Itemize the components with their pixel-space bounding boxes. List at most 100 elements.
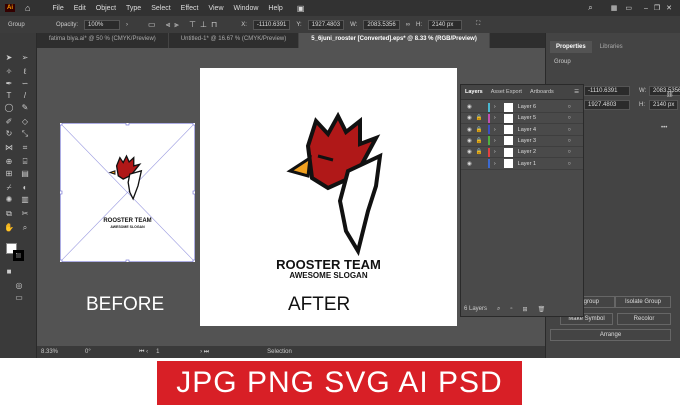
shaper-icon[interactable]: ✐ — [4, 117, 14, 127]
close-icon[interactable]: ✕ — [666, 4, 672, 12]
arrange-button[interactable]: Arrange — [550, 329, 671, 341]
prop-y-input[interactable]: 1927.4803 — [584, 100, 630, 110]
tab-fatima-biya[interactable]: fatima biya.ai* @ 50 % (CMYK/Preview) — [37, 33, 169, 48]
width-tool-icon[interactable]: ⋈ — [4, 143, 14, 153]
expand-chevron-icon[interactable]: › — [494, 149, 496, 155]
pen-tool-icon[interactable]: ✒ — [4, 79, 14, 89]
graph-icon[interactable]: ▥ — [20, 195, 30, 205]
menu-object[interactable]: Object — [96, 5, 116, 12]
draw-mode-icon[interactable]: ◎ — [14, 281, 24, 291]
target-icon[interactable]: ○ — [568, 104, 571, 110]
panel-icon[interactable]: ▭ — [625, 4, 632, 12]
restore-icon[interactable]: ❐ — [654, 4, 660, 12]
align-icons[interactable]: ▭ ⫷⫸ ⊤⊥⊓ — [148, 20, 221, 30]
artboard-before[interactable]: ROOSTER TEAM AWESOME SLOGAN — [60, 123, 195, 262]
menu-type[interactable]: Type — [126, 5, 141, 12]
expand-chevron-icon[interactable]: › — [494, 161, 496, 167]
menu-help[interactable]: Help — [268, 5, 282, 12]
opacity-input[interactable]: 100% — [84, 19, 121, 30]
slice-icon[interactable]: ✂ — [20, 209, 30, 219]
rotation-field[interactable]: 0° — [85, 349, 131, 355]
tab-asset-export[interactable]: Asset Export — [491, 89, 522, 95]
symbol-sprayer-icon[interactable]: ✺ — [4, 195, 14, 205]
hand-tool-icon[interactable]: ✋ — [4, 223, 14, 233]
workspace-icon[interactable]: ▦ — [611, 4, 618, 12]
new-sublayer-icon[interactable]: ▫ — [510, 306, 512, 313]
target-icon[interactable]: ○ — [568, 115, 571, 121]
artboard-after[interactable]: ROOSTER TEAM AWESOME SLOGAN AFTER — [200, 68, 457, 326]
more-options-icon[interactable]: ••• — [661, 125, 667, 131]
expand-chevron-icon[interactable]: › — [494, 138, 496, 144]
expand-chevron-icon[interactable]: › — [494, 104, 496, 110]
blend-icon[interactable]: ◐ — [20, 183, 30, 193]
lock-icon[interactable]: 🔒 — [476, 127, 486, 133]
layer-row[interactable]: ◉ 🔒 › Layer 5 ○ — [461, 113, 583, 125]
direct-selection-tool-icon[interactable]: ➢ — [20, 53, 30, 63]
menu-edit[interactable]: Edit — [74, 5, 86, 12]
rotate-icon[interactable]: ↻ — [4, 129, 14, 139]
visibility-eye-icon[interactable]: ◉ — [467, 104, 472, 110]
lock-icon[interactable]: 🔒 — [476, 138, 486, 144]
menu-view[interactable]: View — [208, 5, 223, 12]
prop-h-input[interactable]: 2140 px — [649, 100, 679, 110]
layer-row[interactable]: ◉ › Layer 6 ○ — [461, 102, 583, 113]
gradient-icon[interactable]: ▤ — [20, 169, 30, 179]
lock-icon[interactable]: 🔒 — [476, 115, 486, 121]
ellipse-tool-icon[interactable]: ◯ — [4, 103, 14, 113]
new-layer-icon[interactable]: ⊞ — [523, 306, 528, 313]
target-icon[interactable]: ○ — [568, 138, 571, 144]
shape-builder-icon[interactable]: ⊕ — [4, 157, 14, 167]
free-transform-icon[interactable]: ⌗ — [20, 143, 30, 153]
zoom-level[interactable]: 8.33% — [41, 349, 77, 355]
h-input[interactable]: 2140 px — [428, 19, 462, 30]
prop-x-input[interactable]: -1110.6391 — [584, 86, 630, 96]
type-tool-icon[interactable]: T — [4, 91, 14, 101]
menu-window[interactable]: Window — [234, 5, 259, 12]
panel-menu-icon[interactable]: ☰ — [574, 89, 579, 95]
magic-wand-icon[interactable]: ✧ — [4, 67, 14, 77]
x-input[interactable]: -1110.6391 — [252, 19, 291, 30]
color-mode-icon[interactable]: ■ — [4, 267, 14, 277]
curvature-icon[interactable]: ∽ — [20, 79, 30, 89]
isolate-group-button[interactable]: Isolate Group — [615, 296, 671, 308]
expand-chevron-icon[interactable]: › — [494, 127, 496, 133]
layer-row[interactable]: ◉ › Layer 1 ○ — [461, 159, 583, 170]
artboard-tool-icon[interactable]: ⧉ — [4, 209, 14, 219]
tab-layers[interactable]: Layers — [465, 89, 483, 95]
scale-icon[interactable]: ⤡ — [20, 129, 30, 139]
tab-libraries[interactable]: Libraries — [594, 41, 629, 53]
visibility-eye-icon[interactable]: ◉ — [467, 138, 472, 144]
target-icon[interactable]: ○ — [568, 127, 571, 133]
layer-row[interactable]: ◉ 🔒 › Layer 3 ○ — [461, 136, 583, 147]
link-icon[interactable]: ∞ — [406, 22, 410, 28]
visibility-eye-icon[interactable]: ◉ — [467, 161, 472, 167]
visibility-eye-icon[interactable]: ◉ — [467, 149, 472, 155]
perspective-icon[interactable]: ⌸ — [20, 157, 30, 167]
brush-tool-icon[interactable]: ✎ — [20, 103, 30, 113]
layer-row[interactable]: ◉ 🔒 › Layer 4 ○ — [461, 125, 583, 136]
visibility-eye-icon[interactable]: ◉ — [467, 127, 472, 133]
locate-object-icon[interactable]: ⌕ — [497, 306, 500, 313]
menu-file[interactable]: File — [52, 5, 63, 12]
selection-tool-icon[interactable]: ➤ — [4, 53, 14, 63]
layer-row[interactable]: ◉ 🔒 › Layer 2 ○ — [461, 147, 583, 159]
arrange-documents-icon[interactable]: ▣ — [297, 4, 305, 13]
tab-artboards[interactable]: Artboards — [530, 89, 554, 95]
artboard-nav-icon[interactable]: ⏮ ‹ — [139, 349, 148, 356]
artboard-number[interactable]: 1 — [156, 349, 192, 355]
tab-rooster[interactable]: 5_6juni_rooster [Converted].eps* @ 8.33 … — [299, 33, 490, 48]
tab-untitled-1[interactable]: Untitled-1* @ 16.67 % (CMYK/Preview) — [169, 33, 300, 48]
menu-select[interactable]: Select — [151, 5, 170, 12]
menu-effect[interactable]: Effect — [181, 5, 199, 12]
prop-w-input[interactable]: 2083.5356 — [649, 86, 680, 96]
expand-chevron-icon[interactable]: › — [494, 115, 496, 121]
w-input[interactable]: 2083.5356 — [363, 19, 400, 30]
artboard-nav-next-icon[interactable]: › ⏭ — [200, 349, 209, 356]
zoom-tool-icon[interactable]: ⌕ — [20, 223, 30, 233]
search-icon[interactable]: ⌕ — [588, 3, 592, 13]
transform-icon[interactable]: ⛶ — [476, 21, 480, 28]
opacity-arrow-icon[interactable]: › — [126, 22, 128, 28]
y-input[interactable]: 1927.4803 — [307, 19, 345, 30]
screen-mode-icon[interactable]: ▭ — [14, 293, 24, 303]
lasso-icon[interactable]: ℓ — [20, 67, 30, 77]
